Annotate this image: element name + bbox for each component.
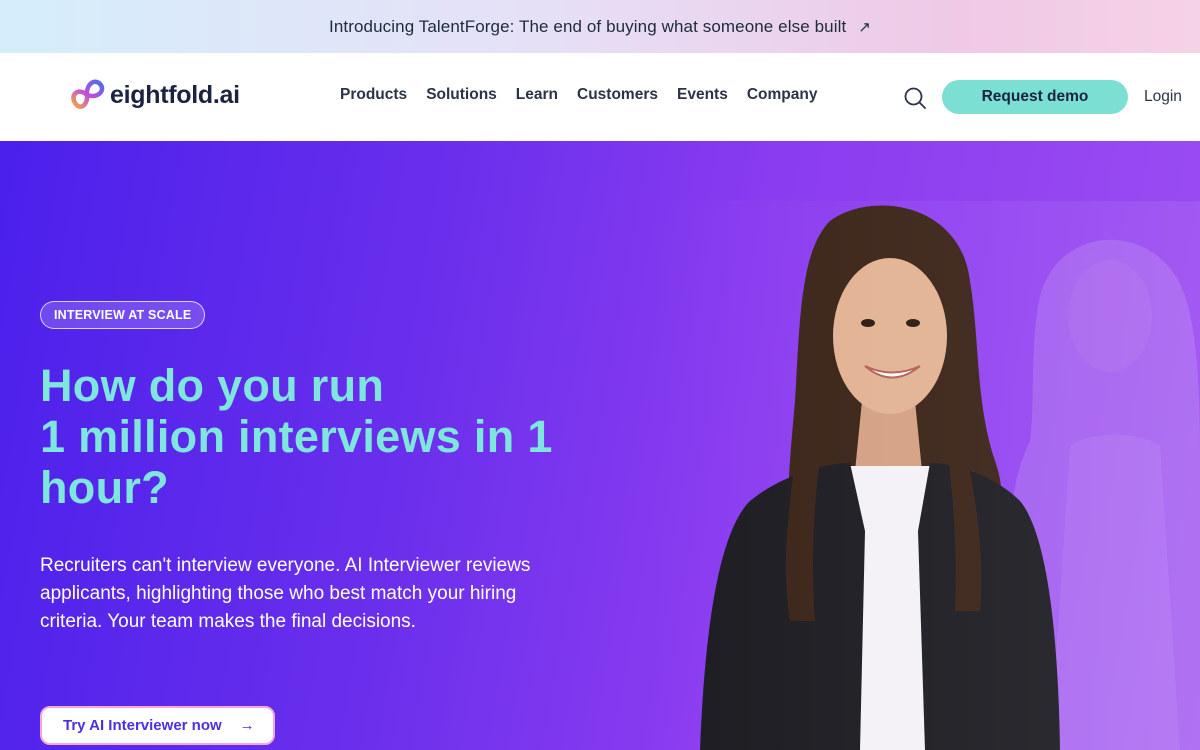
search-icon[interactable] <box>903 86 927 110</box>
top-navigation: eightfold.ai Products Solutions Learn Cu… <box>0 53 1200 141</box>
menu-company[interactable]: Company <box>747 86 818 104</box>
external-arrow-icon[interactable]: ↗ <box>858 18 871 36</box>
logo-text: eightfold.ai <box>110 80 240 109</box>
hero-image <box>640 201 1200 750</box>
request-demo-button[interactable]: Request demo <box>942 80 1128 114</box>
hero-headline: How do you run 1 million interviews in 1… <box>40 360 600 513</box>
hero-section: INTERVIEW AT SCALE How do you run 1 mill… <box>0 141 1200 750</box>
menu-solutions[interactable]: Solutions <box>426 86 497 104</box>
headline-line-3: hour? <box>40 462 169 513</box>
menu-learn[interactable]: Learn <box>516 86 558 104</box>
logo[interactable]: eightfold.ai <box>66 73 240 117</box>
cta-label[interactable]: Try AI Interviewer now <box>63 717 222 734</box>
announcement-banner[interactable]: Introducing TalentForge: The end of buyi… <box>0 0 1200 53</box>
menu-products[interactable]: Products <box>340 86 407 104</box>
hero-tag: INTERVIEW AT SCALE <box>40 301 206 329</box>
menu-customers[interactable]: Customers <box>577 86 658 104</box>
main-menu: Products Solutions Learn Customers Event… <box>340 86 817 104</box>
menu-events[interactable]: Events <box>677 86 728 104</box>
arrow-right-icon[interactable]: → <box>240 717 255 734</box>
login-link[interactable]: Login <box>1144 88 1182 106</box>
try-ai-interviewer-button[interactable]: Try AI Interviewer now → <box>40 706 275 745</box>
headline-line-2: 1 million interviews in 1 <box>40 411 553 462</box>
infinity-logo-icon <box>71 79 105 109</box>
banner-text[interactable]: Introducing TalentForge: The end of buyi… <box>329 17 846 37</box>
headline-line-1: How do you run <box>40 360 385 411</box>
hero-description: Recruiters can't interview everyone. AI … <box>40 555 531 632</box>
